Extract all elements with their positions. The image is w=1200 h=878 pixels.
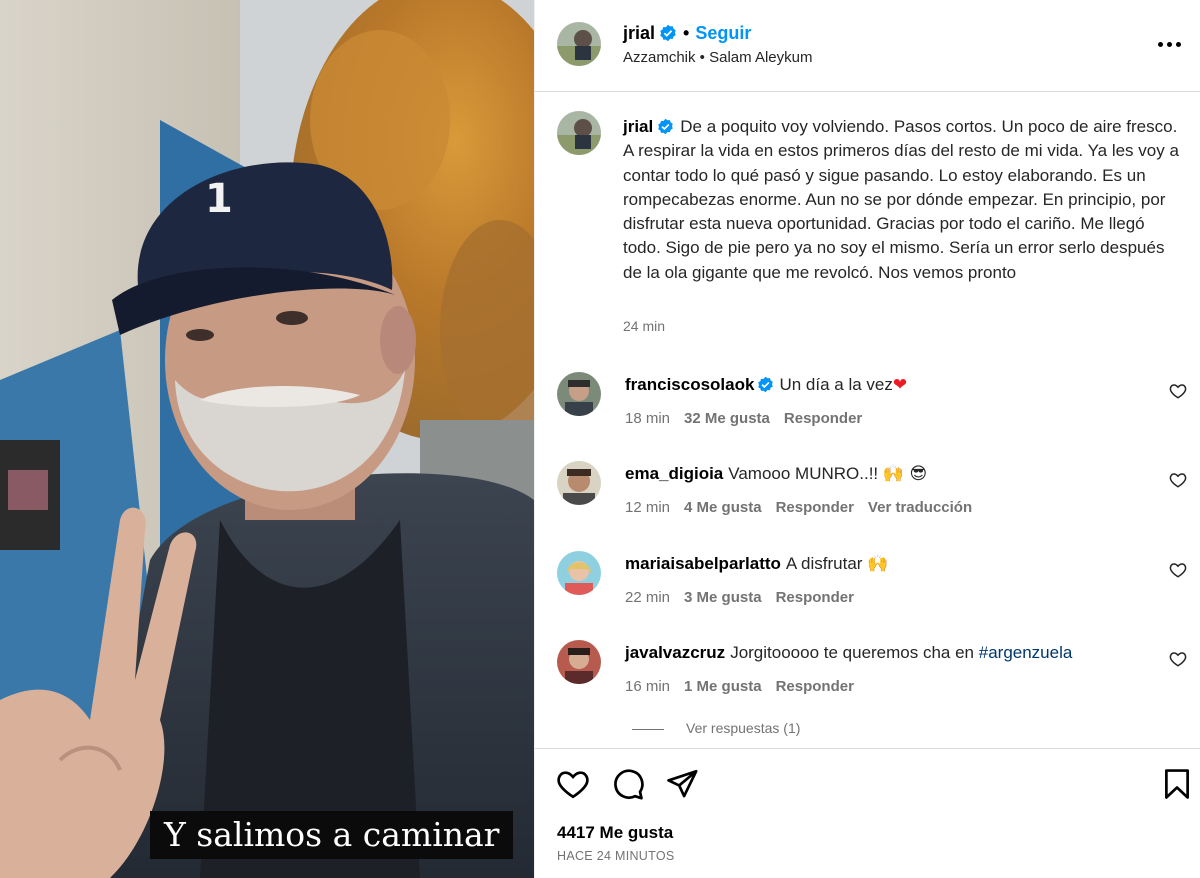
replies-divider bbox=[632, 728, 664, 730]
comment-text: Vamooo MUNRO..!! bbox=[728, 464, 879, 483]
caption-text: De a poquito voy volviendo. Pasos cortos… bbox=[623, 117, 1179, 282]
comment-emoji: 🙌 😎 bbox=[882, 464, 928, 484]
like-comment-heart-icon[interactable] bbox=[1169, 650, 1187, 668]
post-actions-bar: 4417 Me gusta HACE 24 MINUTOS bbox=[535, 748, 1200, 878]
reply-button[interactable]: Responder bbox=[776, 499, 854, 516]
caption-timestamp: 24 min bbox=[623, 318, 666, 334]
verified-badge-icon bbox=[660, 24, 676, 42]
audio-track-label[interactable]: Azzamchik • Salam Aleykum bbox=[623, 49, 812, 66]
see-translation-button[interactable]: Ver traducción bbox=[868, 499, 972, 516]
author-line: jrial • Seguir bbox=[623, 22, 751, 44]
save-bookmark-icon[interactable] bbox=[1160, 767, 1194, 801]
post-details-panel: jrial • Seguir Azzamchik • Salam Aleykum j… bbox=[534, 0, 1200, 878]
comment-emoji: ❤ bbox=[892, 375, 908, 395]
comment-text-line: javalvazcruz Jorgitooooo te queremos cha … bbox=[625, 643, 1072, 663]
more-options-icon[interactable] bbox=[1157, 34, 1183, 54]
reply-button[interactable]: Responder bbox=[776, 589, 854, 606]
comment-time: 18 min bbox=[625, 410, 671, 427]
like-heart-icon[interactable] bbox=[556, 767, 590, 801]
comment-meta: 16 min 1 Me gusta Responder bbox=[625, 678, 868, 695]
comment-meta: 22 min 3 Me gusta Responder bbox=[625, 589, 868, 606]
view-replies-label: Ver respuestas (1) bbox=[686, 720, 801, 736]
comment-likes-count[interactable]: 32 Me gusta bbox=[684, 410, 770, 427]
comment-text: Un día a la vez bbox=[779, 375, 893, 394]
post-caption: jrial De a poquito voy volviendo. Pasos c… bbox=[623, 115, 1183, 285]
post-header: jrial • Seguir Azzamchik • Salam Aleykum bbox=[535, 0, 1200, 92]
comment-emoji: 🙌 bbox=[867, 554, 889, 574]
comment-time: 16 min bbox=[625, 678, 671, 695]
commenter-avatar[interactable] bbox=[557, 551, 601, 595]
comment-text: A disfrutar bbox=[785, 554, 863, 573]
commenter-avatar[interactable] bbox=[557, 372, 601, 416]
share-send-icon[interactable] bbox=[665, 767, 699, 801]
verified-badge-icon bbox=[758, 376, 774, 393]
video-frame-image: 1 bbox=[0, 0, 534, 878]
comment-username[interactable]: mariaisabelparlatto bbox=[625, 554, 781, 573]
author-username[interactable]: jrial bbox=[623, 23, 655, 43]
comment-meta: 18 min 32 Me gusta Responder bbox=[625, 410, 876, 427]
comment-likes-count[interactable]: 4 Me gusta bbox=[684, 499, 762, 516]
comment-time: 12 min bbox=[625, 499, 671, 516]
separator-dot: • bbox=[683, 23, 690, 43]
follow-button[interactable]: Seguir bbox=[695, 23, 751, 43]
comment-time: 22 min bbox=[625, 589, 671, 606]
comments-section[interactable]: jrial De a poquito voy volviendo. Pasos c… bbox=[535, 93, 1200, 747]
like-comment-heart-icon[interactable] bbox=[1169, 382, 1187, 400]
author-avatar[interactable] bbox=[557, 22, 601, 66]
post-media-video[interactable]: 1 Y salimos a caminar bbox=[0, 0, 534, 878]
comment-text-line: mariaisabelparlatto A disfrutar 🙌 bbox=[625, 554, 888, 574]
post-likes-count[interactable]: 4417 Me gusta bbox=[557, 823, 673, 843]
like-comment-heart-icon[interactable] bbox=[1169, 471, 1187, 489]
comment-text: Jorgitooooo te queremos cha en bbox=[730, 643, 975, 662]
caption-username[interactable]: jrial bbox=[623, 117, 653, 136]
post-timestamp: HACE 24 MINUTOS bbox=[557, 849, 675, 863]
verified-badge-icon bbox=[658, 118, 674, 135]
hashtag-link[interactable]: #argenzuela bbox=[979, 643, 1073, 662]
svg-text:1: 1 bbox=[205, 176, 233, 222]
comment-likes-count[interactable]: 3 Me gusta bbox=[684, 589, 762, 606]
comment-likes-count[interactable]: 1 Me gusta bbox=[684, 678, 762, 695]
comment-bubble-icon[interactable] bbox=[611, 767, 645, 801]
reply-button[interactable]: Responder bbox=[776, 678, 854, 695]
comment-username[interactable]: javalvazcruz bbox=[625, 643, 725, 662]
comment-meta: 12 min 4 Me gusta Responder Ver traducción bbox=[625, 499, 986, 516]
comment-text-line: ema_digioia Vamooo MUNRO..!! 🙌 😎 bbox=[625, 464, 927, 484]
comment-text-line: franciscosolaok Un día a la vez❤ bbox=[625, 375, 907, 395]
video-subtitle: Y salimos a caminar bbox=[150, 811, 514, 859]
commenter-avatar[interactable] bbox=[557, 461, 601, 505]
view-replies-button[interactable]: Ver respuestas (1) bbox=[632, 720, 800, 736]
comment-username[interactable]: franciscosolaok bbox=[625, 375, 754, 394]
comment-username[interactable]: ema_digioia bbox=[625, 464, 723, 483]
caption-author-avatar[interactable] bbox=[557, 111, 601, 155]
commenter-avatar[interactable] bbox=[557, 640, 601, 684]
like-comment-heart-icon[interactable] bbox=[1169, 561, 1187, 579]
reply-button[interactable]: Responder bbox=[784, 410, 862, 427]
